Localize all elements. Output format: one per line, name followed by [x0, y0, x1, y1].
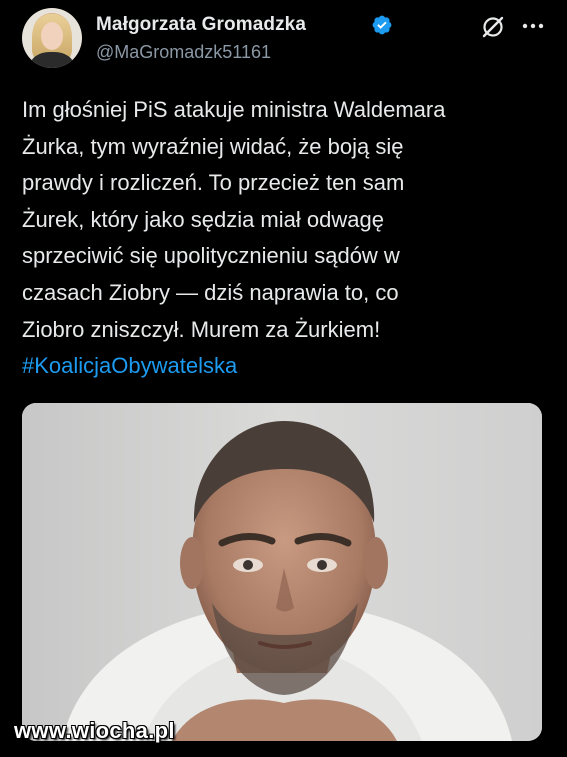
tweet-text-line: Żurek, który jako sędzia miał odwagę — [22, 206, 384, 232]
grok-icon[interactable] — [480, 14, 506, 40]
tweet-header: Małgorzata Gromadzka @MaGromadzk51161 — [22, 8, 552, 70]
watermark: www.wiocha.pl — [14, 718, 175, 743]
tweet-text-line: Żurka, tym wyraźniej widać, że boją się — [22, 133, 404, 159]
author-display-name[interactable]: Małgorzata Gromadzka — [96, 14, 306, 36]
tweet-media-image[interactable] — [22, 403, 542, 741]
portrait-illustration — [22, 403, 542, 741]
tweet-text-line: Im głośniej PiS atakuje ministra Waldema… — [22, 97, 446, 122]
avatar[interactable] — [22, 8, 82, 68]
tweet-text-line: prawdy i rozliczeń. To przecież ten sam — [22, 170, 405, 196]
tweet-text-line: czasach Ziobry — dziś naprawia to, co — [22, 279, 399, 305]
more-options-icon[interactable] — [518, 16, 548, 36]
author-handle[interactable]: @MaGromadzk51161 — [96, 42, 271, 63]
tweet-card: Małgorzata Gromadzka @MaGromadzk51161 Im… — [0, 0, 567, 757]
tweet-text: Im głośniej PiS atakuje ministra Waldema… — [22, 92, 552, 385]
tweet-text-line: sprzeciwić się upolitycznieniu sądów w — [22, 243, 400, 269]
avatar-face — [41, 22, 63, 50]
hashtag-link[interactable]: #KoalicjaObywatelska — [22, 348, 552, 385]
verified-badge-icon — [372, 15, 392, 35]
tweet-text-line: Ziobro zniszczył. Murem za Żurkiem! — [22, 316, 381, 342]
